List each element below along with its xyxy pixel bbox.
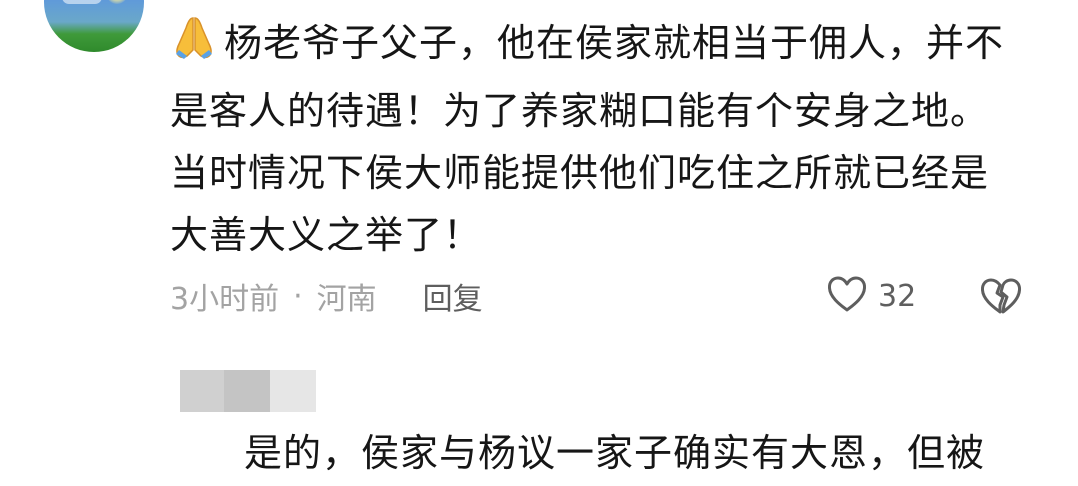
blur-block: [224, 370, 270, 412]
comment-line-3: 当时情况下侯大师能提供他们吃住之所就已经是: [170, 151, 990, 195]
like-count: 32: [878, 278, 917, 314]
like-button[interactable]: 32: [826, 274, 916, 318]
comment-location: 河南: [316, 282, 377, 317]
blur-block: [180, 370, 224, 412]
commenter-avatar[interactable]: [44, 0, 144, 52]
comment-body: 杨老爷子父子，他在侯家就相当于佣人，并不 是客人的待遇！为了养家糊口能有个安身之…: [170, 12, 1050, 266]
avatar-sun: [106, 0, 128, 4]
avatar-cloud: [62, 0, 102, 4]
dislike-button[interactable]: [978, 275, 1024, 317]
comment-line-2: 是客人的待遇！为了养家糊口能有个安身之地。: [170, 89, 990, 133]
comment-time: 3小时前: [170, 282, 280, 317]
meta-separator: ·: [293, 278, 303, 314]
comment-line-1: 杨老爷子父子，他在侯家就相当于佣人，并不: [170, 12, 1050, 80]
reply-username-blurred: [180, 370, 316, 412]
folded-hands-icon: [170, 14, 218, 80]
reply-comment-text: 是的，侯家与杨议一家子确实有大恩，但被: [244, 431, 986, 475]
reply-button[interactable]: 回复: [423, 274, 483, 318]
comment-line-4: 大善大义之举了！: [170, 213, 483, 257]
broken-heart-icon: [978, 278, 1024, 321]
comment-meta: 3小时前 · 河南 回复: [170, 272, 483, 320]
blur-block: [270, 370, 316, 412]
heart-icon: [826, 275, 868, 317]
